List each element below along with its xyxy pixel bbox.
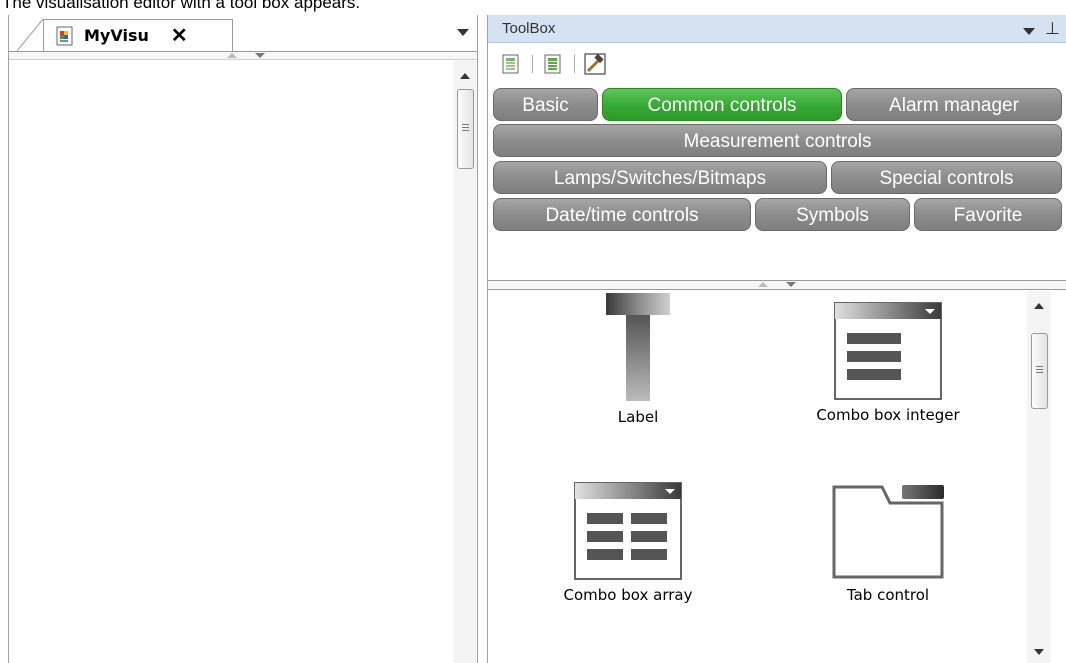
visualization-icon	[56, 26, 73, 45]
tool-item-label[interactable]: Label	[558, 293, 718, 426]
category-favorite[interactable]: Favorite	[914, 198, 1062, 231]
tool-item-combo-box-integer[interactable]: Combo box integer	[778, 301, 998, 424]
caption-text: The visualisation editor with a tool box…	[2, 0, 361, 12]
visualisation-editor: MyVisu ✕	[8, 15, 478, 663]
tab-myvisu[interactable]: MyVisu ✕	[43, 19, 233, 51]
toolbox-toolbar	[488, 44, 1066, 81]
scrollbar-thumb[interactable]	[1031, 333, 1048, 409]
toolbox-titlebar: ToolBox ⊥	[488, 15, 1066, 43]
category-special-controls[interactable]: Special controls	[831, 161, 1062, 194]
editor-tabbar: MyVisu ✕	[9, 15, 477, 51]
category-date-time-controls[interactable]: Date/time controls	[493, 198, 751, 231]
category-alarm-manager[interactable]: Alarm manager	[846, 88, 1062, 121]
arrow-up-icon[interactable]	[227, 53, 237, 58]
category-measurement-controls[interactable]: Measurement controls	[493, 124, 1062, 157]
tool-item-text: Combo box array	[563, 586, 693, 604]
tool-item-text: Tab control	[846, 586, 930, 604]
tab-label: MyVisu	[84, 26, 149, 45]
toolbox-panel: ToolBox ⊥ Basic Common controls Alarm ma…	[487, 15, 1066, 663]
arrow-up-icon[interactable]	[758, 282, 768, 287]
tool-item-text: Label	[617, 408, 659, 426]
visu-element-icon[interactable]	[500, 53, 522, 75]
toolbox-splitter[interactable]	[488, 280, 1066, 290]
scroll-up-icon[interactable]	[460, 73, 470, 79]
arrow-down-icon[interactable]	[786, 282, 796, 287]
tool-item-text: Combo box integer	[816, 406, 960, 424]
tab-slant	[17, 19, 44, 51]
category-common-controls[interactable]: Common controls	[602, 88, 842, 121]
pin-icon[interactable]: ⊥	[1045, 19, 1060, 39]
scrollbar-thumb[interactable]	[457, 89, 474, 169]
scroll-down-icon[interactable]	[1034, 649, 1044, 655]
toolbox-title: ToolBox	[502, 20, 556, 37]
editor-canvas[interactable]	[9, 61, 449, 663]
chevron-down-icon[interactable]	[1023, 28, 1035, 35]
category-lamps-switches-bitmaps[interactable]: Lamps/Switches/Bitmaps	[493, 161, 827, 194]
arrow-down-icon[interactable]	[255, 53, 265, 58]
chevron-down-icon[interactable]	[457, 29, 469, 36]
tab-control-icon	[832, 485, 944, 579]
close-icon[interactable]: ✕	[171, 26, 188, 46]
label-icon	[606, 293, 670, 401]
visu-element-icon[interactable]	[542, 53, 564, 75]
scroll-up-icon[interactable]	[1034, 303, 1044, 309]
hammer-icon[interactable]	[584, 53, 606, 75]
editor-scrollbar[interactable]	[453, 61, 477, 663]
editor-splitter[interactable]	[9, 51, 477, 60]
category-symbols[interactable]: Symbols	[755, 198, 910, 231]
category-basic[interactable]: Basic	[493, 88, 598, 121]
combo-box-array-icon	[574, 482, 682, 580]
toolbox-categories: Basic Common controls Alarm manager Meas…	[488, 81, 1066, 291]
toolbox-scrollbar[interactable]	[1027, 291, 1051, 663]
toolbox-items: Label Combo box integer Combo box array …	[488, 291, 1038, 663]
tool-item-combo-box-array[interactable]: Combo box array	[538, 481, 718, 604]
tool-item-tab-control[interactable]: Tab control	[808, 481, 968, 604]
combo-box-integer-icon	[834, 302, 942, 400]
